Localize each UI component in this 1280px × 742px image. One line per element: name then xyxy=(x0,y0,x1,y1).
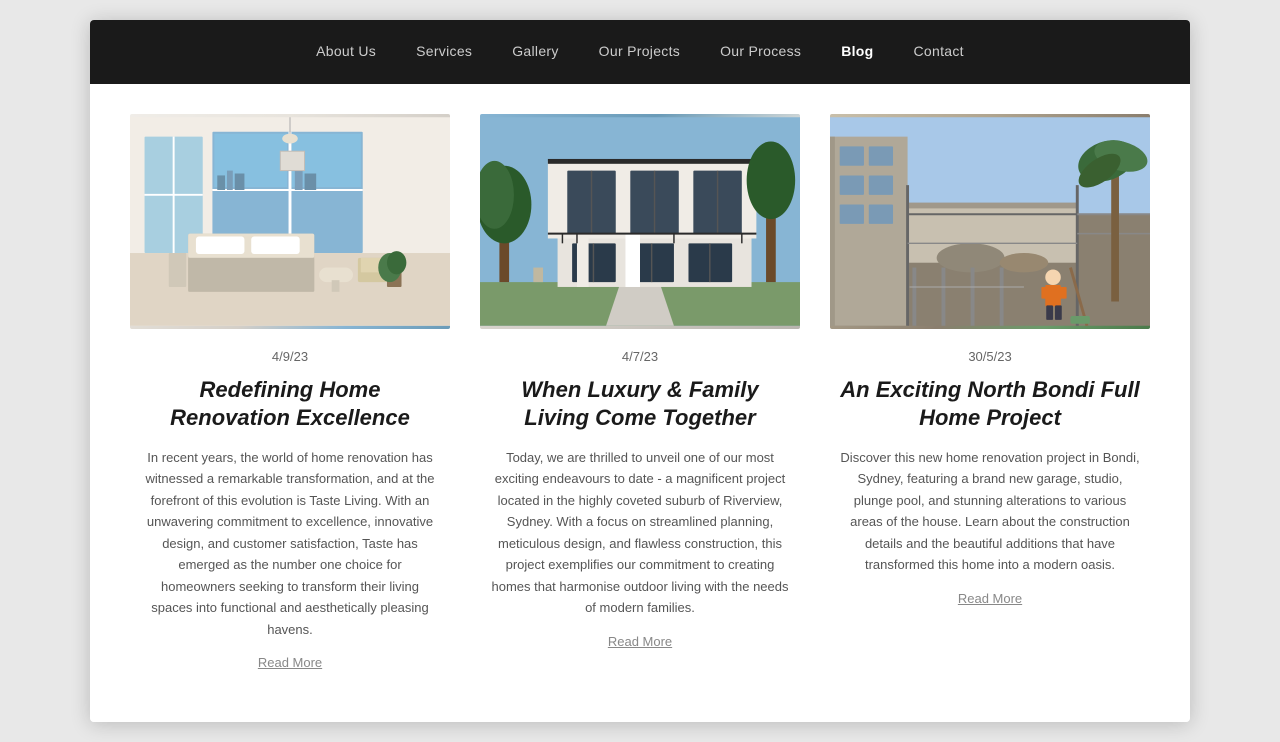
blog-excerpt-3: Discover this new home renovation projec… xyxy=(840,447,1140,576)
main-content: 4/9/23 Redefining Home Renovation Excell… xyxy=(90,84,1190,722)
blog-title-2: When Luxury & Family Living Come Togethe… xyxy=(490,376,790,431)
nav-item-contact[interactable]: Contact xyxy=(914,43,964,61)
nav-link-services[interactable]: Services xyxy=(416,43,472,59)
nav-item-gallery[interactable]: Gallery xyxy=(512,43,558,61)
nav-list: About Us Services Gallery Our Projects O… xyxy=(316,43,964,61)
nav-link-contact[interactable]: Contact xyxy=(914,43,964,59)
nav-link-about[interactable]: About Us xyxy=(316,43,376,59)
blog-image-3 xyxy=(830,114,1150,329)
blog-title-3: An Exciting North Bondi Full Home Projec… xyxy=(840,376,1140,431)
blog-card-3-body: 30/5/23 An Exciting North Bondi Full Hom… xyxy=(830,329,1150,682)
nav-item-services[interactable]: Services xyxy=(416,43,472,61)
blog-card-2: 4/7/23 When Luxury & Family Living Come … xyxy=(480,114,800,682)
blog-title-1: Redefining Home Renovation Excellence xyxy=(140,376,440,431)
nav-item-about[interactable]: About Us xyxy=(316,43,376,61)
blog-date-2: 4/7/23 xyxy=(490,349,790,364)
blog-excerpt-2: Today, we are thrilled to unveil one of … xyxy=(490,447,790,619)
nav-item-blog[interactable]: Blog xyxy=(841,43,873,61)
blog-excerpt-1: In recent years, the world of home renov… xyxy=(140,447,440,640)
read-more-1[interactable]: Read More xyxy=(258,655,322,670)
blog-card-1-body: 4/9/23 Redefining Home Renovation Excell… xyxy=(130,329,450,682)
main-nav: About Us Services Gallery Our Projects O… xyxy=(90,20,1190,84)
blog-date-3: 30/5/23 xyxy=(840,349,1140,364)
blog-card-2-body: 4/7/23 When Luxury & Family Living Come … xyxy=(480,329,800,682)
blog-grid: 4/9/23 Redefining Home Renovation Excell… xyxy=(130,114,1150,682)
browser-window: About Us Services Gallery Our Projects O… xyxy=(90,20,1190,722)
nav-item-process[interactable]: Our Process xyxy=(720,43,801,61)
nav-link-gallery[interactable]: Gallery xyxy=(512,43,558,59)
nav-link-blog[interactable]: Blog xyxy=(841,43,873,59)
nav-link-process[interactable]: Our Process xyxy=(720,43,801,59)
nav-link-projects[interactable]: Our Projects xyxy=(599,43,680,59)
blog-image-2 xyxy=(480,114,800,329)
blog-card-1: 4/9/23 Redefining Home Renovation Excell… xyxy=(130,114,450,682)
blog-image-1 xyxy=(130,114,450,329)
blog-card-3: 30/5/23 An Exciting North Bondi Full Hom… xyxy=(830,114,1150,682)
blog-date-1: 4/9/23 xyxy=(140,349,440,364)
nav-item-projects[interactable]: Our Projects xyxy=(599,43,680,61)
read-more-3[interactable]: Read More xyxy=(958,591,1022,606)
